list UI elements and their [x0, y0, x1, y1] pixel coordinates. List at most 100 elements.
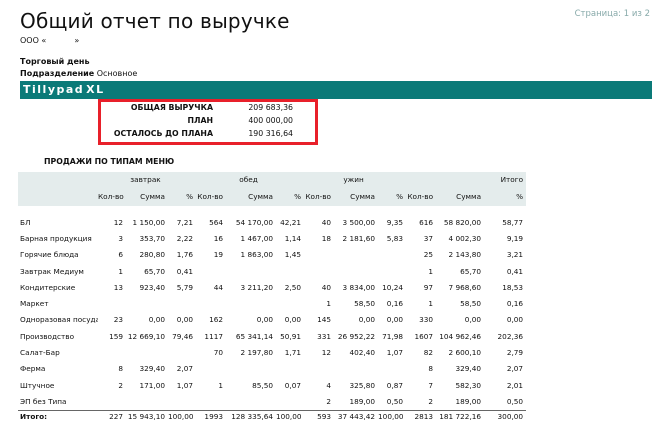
table-cell: 65 341,14: [235, 331, 273, 341]
table-cell: 15 943,10: [126, 409, 168, 423]
table-cell: 44: [213, 282, 223, 292]
table-cell: 923,40: [139, 282, 165, 292]
table-cell: 4 002,30: [448, 233, 482, 243]
table-cell: 100,00: [378, 409, 407, 423]
trading-day-label: Торговый день: [20, 57, 90, 66]
table-cell: 280,80: [139, 250, 165, 260]
tillypad-logo: Tillypad XL: [23, 83, 105, 96]
table-cell: 5,79: [176, 282, 193, 292]
row-name: Штучное: [20, 380, 55, 390]
table-cell: 128 335,64: [226, 409, 276, 423]
table-cell: 162: [209, 315, 223, 325]
table-cell: 18,53: [502, 282, 524, 292]
table-cell: 1 150,00: [132, 217, 166, 227]
table-row: Штучное 2 171,00 1,07 1 85,50 0,07 4 325,80 0,87 7…: [18, 377, 526, 393]
table-cell: 58,50: [354, 299, 376, 309]
table-cell: 145: [317, 315, 332, 325]
table-cell: 13: [113, 282, 123, 292]
table-cell: [168, 393, 196, 410]
org-prefix: ООО «: [20, 36, 47, 45]
table-cell: [126, 295, 168, 311]
table-cell: 189,00: [455, 396, 482, 406]
table-row: ЭП без Типа 2 189,00 0,50 2 189,00 0,50: [18, 393, 526, 410]
table-cell: 616: [419, 217, 434, 227]
table-cell: 3 834,00: [342, 282, 376, 292]
table-cell: 1117: [204, 331, 223, 341]
total-row: Итого: 227 15 943,10 100,00 1993 128 335,64 10…: [18, 409, 527, 423]
column-header: Кол-во: [304, 186, 335, 206]
table-cell: 58,50: [460, 299, 482, 309]
summary-row: ПЛАН 400 000,00: [101, 116, 315, 128]
table-cell: [196, 361, 226, 377]
table-cell: 2: [428, 396, 434, 406]
table-cell: 2: [118, 380, 123, 390]
department-value: Основное: [96, 69, 138, 78]
row-name: Горячие блюда: [20, 250, 79, 260]
table-cell: 79,46: [172, 331, 193, 341]
table-cell: [276, 361, 304, 377]
table-cell: [168, 295, 196, 311]
table-cell: 8: [118, 364, 123, 374]
row-name: Кондитерские: [20, 282, 76, 292]
table-cell: [334, 361, 378, 377]
table-cell: 19: [213, 250, 223, 260]
row-name: Итого:: [18, 409, 98, 423]
table-cell: 54 170,00: [235, 217, 273, 227]
table-cell: 1: [428, 299, 434, 309]
table-cell: [126, 344, 168, 360]
table-cell: 159: [109, 331, 123, 341]
table-cell: 6: [118, 250, 123, 260]
table-row: Барная продукция 3 353,70 2,22 16 1 467,00 1,1…: [18, 230, 526, 246]
table-cell: 329,40: [455, 364, 482, 374]
table-cell: [304, 361, 334, 377]
table-cell: 171,00: [139, 380, 165, 390]
section-title: ПРОДАЖИ ПО ТИПАМ МЕНЮ: [44, 157, 175, 166]
table-cell: [126, 393, 168, 410]
table-cell: 564: [209, 217, 223, 227]
table-cell: 2,22: [176, 233, 193, 243]
table-cell: 189,00: [349, 396, 376, 406]
column-header: Сумма: [226, 186, 276, 206]
table-cell: 25: [423, 250, 434, 260]
table-cell: [276, 295, 304, 311]
summary-value: 209 683,36: [248, 103, 293, 112]
table-cell: 0,50: [386, 396, 404, 406]
column-header: Кол-во: [406, 186, 437, 206]
table-cell: 2,50: [284, 282, 302, 292]
row-name: ЭП без Типа: [20, 396, 67, 406]
table-cell: [304, 247, 334, 263]
summary-label: ОСТАЛОСЬ ДО ПЛАНА: [113, 129, 213, 138]
table-cell: 1993: [196, 409, 226, 423]
table-cell: 3 211,20: [240, 282, 274, 292]
table-cell: 26 952,22: [337, 331, 376, 341]
table-cell: 0,00: [506, 315, 524, 325]
table-cell: 3 500,00: [342, 217, 376, 227]
table-cell: 82: [423, 348, 434, 358]
table-cell: 58 820,00: [443, 217, 482, 227]
table-cell: [226, 263, 276, 279]
table-row: Салат-Бар 70 2 197,80 1,71 12 402,40 1,07 82 2 6…: [18, 344, 526, 360]
table-cell: 65,70: [144, 266, 165, 276]
table-cell: 10,24: [382, 282, 404, 292]
org-suffix: »: [74, 36, 80, 45]
table-cell: 5,83: [386, 233, 404, 243]
table-cell: 0,00: [256, 315, 273, 325]
table-cell: [226, 295, 276, 311]
table-cell: 12: [321, 348, 332, 358]
report-title: Общий отчет по выручке: [20, 9, 290, 33]
summary-row: ОСТАЛОСЬ ДО ПЛАНА 190 316,64: [101, 129, 315, 141]
summary-label: ОБЩАЯ ВЫРУЧКА: [130, 103, 213, 112]
table-cell: 50,91: [280, 331, 302, 341]
table-cell: 2,01: [506, 380, 524, 390]
row-name: Маркет: [20, 299, 49, 309]
table-cell: 0,00: [284, 315, 302, 325]
summary-row: ОБЩАЯ ВЫРУЧКА 209 683,36: [101, 103, 315, 115]
header-groups-row: завтрак обед ужин Итого: [18, 172, 527, 186]
table-cell: 353,70: [139, 233, 165, 243]
row-name: БЛ: [20, 217, 31, 227]
table-cell: 2: [326, 396, 332, 406]
table-cell: 9,19: [506, 233, 524, 243]
table-cell: 1 863,00: [240, 250, 274, 260]
table-cell: 1,71: [284, 348, 302, 358]
table-cell: 1,14: [284, 233, 302, 243]
